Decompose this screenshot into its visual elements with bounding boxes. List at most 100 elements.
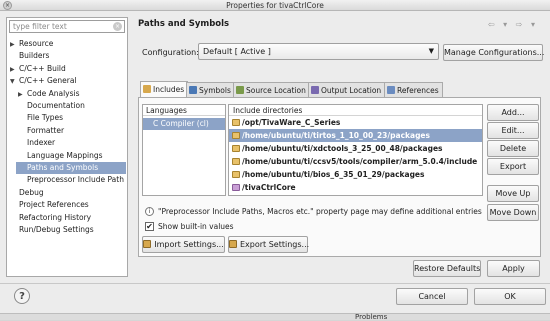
tree-item-label: Formatter	[27, 125, 65, 135]
properties-dialog: × Properties for tivaCtrlCore × ▶Resourc…	[0, 0, 550, 321]
tree-item[interactable]: ▼ C/C++ General	[8, 75, 126, 87]
expand-arrow-icon[interactable]: ▶	[18, 89, 27, 101]
add-button[interactable]: Add...	[487, 104, 539, 121]
tree-item-label: Refactoring History	[19, 212, 92, 222]
tree-item-label: Paths and Symbols	[27, 163, 99, 172]
include-path: /home/ubuntu/ti/bios_6_35_01_29/packages	[242, 170, 425, 179]
filter-input[interactable]	[9, 20, 125, 33]
tree-item-label: Project References	[19, 200, 89, 210]
tab-label: Includes	[153, 85, 185, 94]
import-icon	[143, 240, 152, 248]
edit-button[interactable]: Edit...	[487, 122, 539, 139]
folder-icon	[232, 132, 240, 139]
tree-item[interactable]: Formatter	[16, 125, 126, 137]
restore-defaults-button[interactable]: Restore Defaults	[413, 260, 481, 277]
tree-item[interactable]: Language Mappings	[16, 150, 126, 162]
history-nav-icon[interactable]: ⇦ ▾ ⇨ ▾	[488, 20, 538, 29]
language-item[interactable]: C Compiler (cl)	[143, 118, 225, 130]
move-down-button[interactable]: Move Down	[487, 204, 539, 221]
include-path: /opt/TivaWare_C_Series	[242, 118, 341, 127]
tree-item[interactable]: Refactoring History	[8, 212, 126, 224]
tab-icon	[143, 85, 151, 93]
tree-item-label: Language Mappings	[27, 150, 103, 160]
export-icon	[229, 240, 237, 248]
tree-item[interactable]: Builders	[8, 50, 126, 62]
apply-button[interactable]: Apply	[487, 260, 540, 277]
tree-item-label: Indexer	[27, 138, 56, 148]
tree-item[interactable]: File Types	[16, 112, 126, 124]
tree-item-label: Documentation	[27, 101, 85, 110]
configuration-select[interactable]: Default [ Active ] ▼	[198, 43, 439, 60]
export-button[interactable]: Export	[487, 158, 539, 175]
chevron-down-icon: ▼	[428, 47, 434, 55]
include-path: /home/ubuntu/ti/tirtos_1_10_00_23/packag…	[242, 131, 430, 140]
include-path: /tivaCtrlCore	[242, 183, 296, 192]
tree-item[interactable]: Preprocessor Include Path	[16, 174, 126, 186]
include-path: /home/ubuntu/ti/xdctools_3_25_00_48/pack…	[242, 144, 443, 153]
tab-label: Symbols	[199, 86, 231, 95]
window-title: Properties for tivaCtrlCore	[226, 1, 324, 10]
folder-icon	[232, 171, 240, 178]
footer-divider	[0, 283, 550, 284]
include-row[interactable]: /home/ubuntu/ti/bios_6_35_01_29/packages	[229, 168, 482, 181]
tree-item[interactable]: ▶ C/C++ Build	[8, 63, 126, 75]
tab-references[interactable]: References	[384, 82, 443, 98]
cancel-button[interactable]: Cancel	[396, 288, 468, 305]
tree-item-label: Code Analysis	[27, 88, 80, 98]
page-title: Paths and Symbols	[138, 19, 230, 29]
ok-button[interactable]: OK	[474, 288, 546, 305]
show-builtin-label: Show built-in values	[158, 222, 234, 231]
tree-item[interactable]: Documentation	[16, 100, 126, 112]
import-settings-button[interactable]: Import Settings...	[142, 236, 225, 253]
tree-item[interactable]: Paths and Symbols	[16, 162, 126, 174]
languages-list: Languages C Compiler (cl)	[142, 104, 226, 196]
tree-item-label: Resource	[19, 39, 54, 48]
tab-icon	[236, 86, 244, 94]
tree-item[interactable]: Debug	[8, 187, 126, 199]
tree-item-label: Debug	[19, 187, 44, 197]
tree-item-label: Preprocessor Include Path	[27, 175, 124, 185]
include-row[interactable]: /home/ubuntu/ti/xdctools_3_25_00_48/pack…	[229, 142, 482, 155]
include-row[interactable]: /opt/TivaWare_C_Series	[229, 116, 482, 129]
tab-includes[interactable]: Includes	[140, 81, 189, 98]
clear-filter-icon[interactable]: ×	[113, 22, 122, 31]
project-icon	[232, 184, 240, 191]
tab-icon	[311, 86, 319, 94]
expanded-arrow-icon[interactable]: ▼	[10, 76, 19, 88]
manage-configurations-button[interactable]: Manage Configurations...	[443, 44, 544, 61]
tab-output-location[interactable]: Output Location	[308, 82, 386, 98]
tree-item-label: C/C++ General	[19, 76, 77, 86]
expand-arrow-icon[interactable]: ▶	[10, 39, 19, 51]
tree-item[interactable]: Project References	[8, 199, 126, 211]
languages-header: Languages	[143, 105, 225, 116]
tab-label: Source Location	[246, 86, 306, 95]
tab-icon	[387, 86, 395, 94]
tab-symbols[interactable]: Symbols	[186, 82, 235, 98]
folder-icon	[232, 119, 240, 126]
background-toolbar	[0, 313, 550, 320]
include-row[interactable]: /home/ubuntu/ti/ccsv5/tools/compiler/arm…	[229, 155, 482, 168]
tree-item[interactable]: ▶ Code Analysis	[16, 88, 126, 100]
tab-label: Output Location	[321, 86, 382, 95]
include-row[interactable]: /home/ubuntu/ti/tirtos_1_10_00_23/packag…	[229, 129, 482, 142]
tree-item[interactable]: Indexer	[16, 137, 126, 149]
info-message: "Preprocessor Include Paths, Macros etc.…	[158, 207, 482, 216]
tree-item-label: Builders	[19, 51, 50, 61]
title-bar: × Properties for tivaCtrlCore	[0, 0, 550, 11]
tree-item-label: C/C++ Build	[19, 63, 66, 73]
tree-item-label: Run/Debug Settings	[19, 225, 94, 234]
tab-source-location[interactable]: Source Location	[233, 82, 310, 98]
delete-button[interactable]: Delete	[487, 140, 539, 157]
export-settings-button[interactable]: Export Settings...	[228, 236, 309, 253]
help-icon[interactable]: ?	[14, 288, 30, 304]
move-up-button[interactable]: Move Up	[487, 185, 539, 202]
tree-item[interactable]: ▶ Resource	[8, 38, 126, 50]
tree-item[interactable]: Run/Debug Settings	[8, 224, 126, 236]
show-builtin-checkbox[interactable]: ✔	[145, 222, 154, 231]
tab-icon	[189, 86, 197, 94]
include-directories-header: Include directories	[229, 105, 482, 116]
configuration-label: Configuration:	[142, 48, 199, 57]
expand-arrow-icon[interactable]: ▶	[10, 64, 19, 76]
configuration-value: Default [ Active ]	[203, 47, 271, 56]
include-row[interactable]: /tivaCtrlCore	[229, 181, 482, 194]
